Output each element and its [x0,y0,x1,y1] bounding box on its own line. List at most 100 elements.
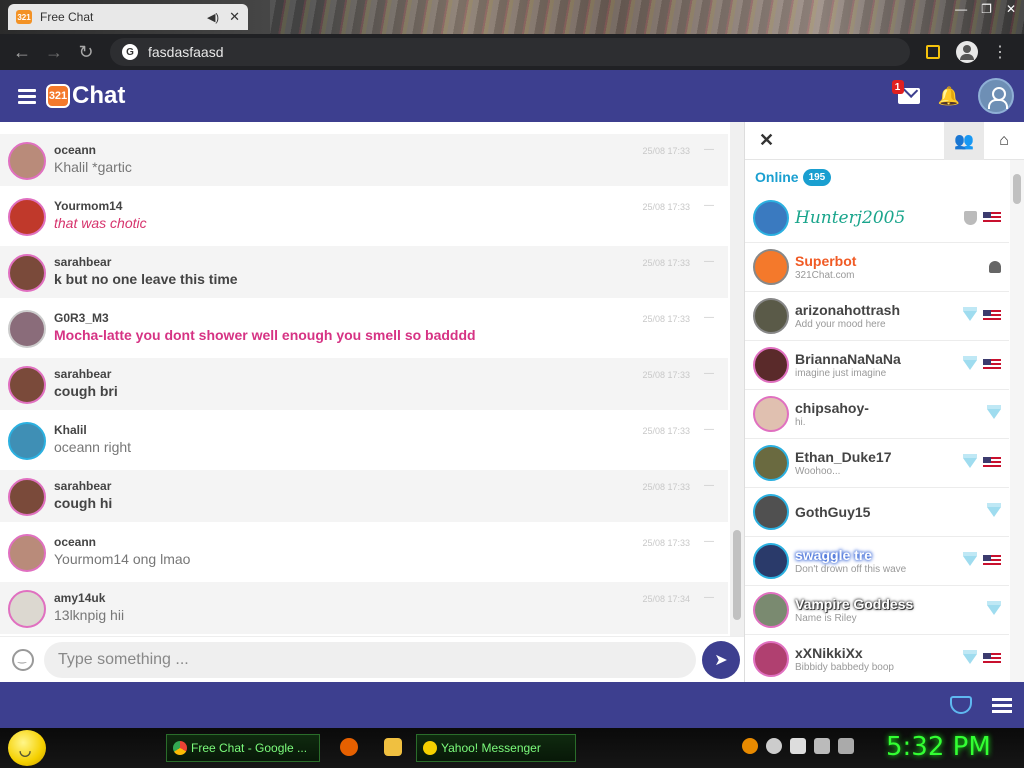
user-list-item[interactable]: Hunterj2005 [745,194,1009,243]
bell-icon[interactable]: 🔔 [938,86,960,107]
message-avatar[interactable] [8,422,46,460]
user-avatar[interactable] [753,200,789,236]
message-text: Mocha-latte you dont shower well enough … [54,327,476,343]
user-avatar-icon[interactable] [978,78,1014,114]
user-name[interactable]: Vampire Goddess [795,596,987,612]
message-options-icon[interactable]: — [704,312,714,323]
message-options-icon[interactable]: — [704,592,714,603]
maximize-icon[interactable]: ❐ [981,2,992,16]
user-mood: Bibbidy babbedy boop [795,662,894,673]
message-options-icon[interactable]: — [704,144,714,155]
message-options-icon[interactable]: — [704,368,714,379]
user-name[interactable]: chipsahoy- [795,400,987,416]
footer-menu-icon[interactable] [992,698,1012,716]
user-avatar[interactable] [753,249,789,285]
user-list-item[interactable]: chipsahoy-hi. [745,390,1009,439]
message-timestamp: 25/08 17:33 [642,258,690,268]
user-list-item[interactable]: Vampire Goddess Name is Riley [745,586,1009,635]
smiley-icon[interactable] [12,648,34,671]
user-avatar[interactable] [753,396,789,432]
reload-icon[interactable]: ↻ [70,42,102,63]
user-list-item[interactable]: Ethan_Duke17 Woohoo... [745,439,1009,488]
taskbar-item-chrome[interactable]: Free Chat - Google ... [166,734,320,762]
user-name[interactable]: arizonahottrash [795,302,963,318]
user-list-item[interactable]: xXNikkiXx Bibbidy babbedy boop [745,635,1009,682]
diamond-icon[interactable] [950,696,972,714]
message-input[interactable] [44,641,696,678]
close-window-icon[interactable]: ✕ [1006,2,1016,16]
extension-icon[interactable] [926,45,940,59]
message-options-icon[interactable]: — [704,200,714,211]
message-avatar[interactable] [8,534,46,572]
message-username[interactable]: sarahbear [54,367,642,381]
user-name[interactable]: BriannaNaNaNa [795,351,963,367]
chat-scrollbar[interactable] [730,122,744,636]
close-panel-icon[interactable]: ✕ [759,130,774,151]
user-name[interactable]: Superbot [795,253,989,269]
user-list-item[interactable]: Superbot 321Chat.com [745,243,1009,292]
user-list-item[interactable]: swaggle tre Don't drown off this wave [745,537,1009,586]
address-bar[interactable]: G fasdasfaasd [110,38,910,66]
message-username[interactable]: Yourmom14 [54,199,642,213]
panel-toolbar: ✕ 👥 ⌂ [745,122,1024,160]
minimize-icon[interactable]: — [955,2,967,16]
user-avatar[interactable] [753,543,789,579]
user-list-item[interactable]: arizonahottrash Add your mood here [745,292,1009,341]
folder-icon[interactable] [384,738,402,756]
message-avatar[interactable] [8,590,46,628]
user-name[interactable]: swaggle tre [795,547,963,563]
message-avatar[interactable] [8,142,46,180]
user-avatar[interactable] [753,347,789,383]
browser-menu-icon[interactable]: ⋮ [992,42,1008,62]
message-options-icon[interactable]: — [704,256,714,267]
mail-icon[interactable]: 1 [891,80,920,104]
user-avatar[interactable] [753,592,789,628]
speaker-icon[interactable]: ◀) [207,11,219,24]
forward-arrow-icon[interactable]: → [38,42,70,63]
user-avatar[interactable] [753,298,789,334]
back-arrow-icon[interactable]: ← [6,42,38,63]
home-icon[interactable]: ⌂ [984,122,1024,160]
message-username[interactable]: G0R3_M3 [54,311,642,325]
network-icon[interactable] [814,738,830,754]
user-name[interactable]: Hunterj2005 [795,208,964,228]
message-username[interactable]: oceann [54,535,642,549]
close-tab-icon[interactable]: ✕ [229,9,240,25]
start-button[interactable] [8,730,46,766]
user-list-item[interactable]: GothGuy15 [745,488,1009,537]
message-username[interactable]: Khalil [54,423,642,437]
flag-icon[interactable] [790,738,806,754]
send-button[interactable]: ➤ [702,640,740,679]
message-avatar[interactable] [8,310,46,348]
message-options-icon[interactable]: — [704,424,714,435]
app-logo[interactable]: 321 Chat [46,82,125,110]
message-avatar[interactable] [8,254,46,292]
search-icon[interactable] [742,738,758,754]
user-list-scrollbar[interactable] [1010,160,1024,682]
message-avatar[interactable] [8,366,46,404]
message-username[interactable]: amy14uk [54,591,642,605]
message-options-icon[interactable]: — [704,536,714,547]
volume-icon[interactable] [838,738,854,754]
message-username[interactable]: sarahbear [54,479,642,493]
users-group-icon[interactable]: 👥 [944,122,984,160]
browser-tab[interactable]: 321 Free Chat ◀) ✕ [8,4,248,30]
message-avatar[interactable] [8,198,46,236]
message-username[interactable]: oceann [54,143,642,157]
message-avatar[interactable] [8,478,46,516]
firefox-icon[interactable] [340,738,358,756]
user-avatar[interactable] [753,445,789,481]
profile-icon[interactable] [956,41,978,63]
os-taskbar: Free Chat - Google ... Yahoo! Messenger … [0,728,1024,768]
user-avatar[interactable] [753,494,789,530]
user-name[interactable]: GothGuy15 [795,504,987,520]
user-avatar[interactable] [753,641,789,677]
user-name[interactable]: Ethan_Duke17 [795,449,963,465]
user-name[interactable]: xXNikkiXx [795,645,963,661]
user-list-item[interactable]: BriannaNaNaNa imagine just imagine [745,341,1009,390]
hamburger-menu-icon[interactable] [18,86,36,107]
taskbar-item-yahoo[interactable]: Yahoo! Messenger [416,734,576,762]
message-username[interactable]: sarahbear [54,255,642,269]
status-icon[interactable] [766,738,782,754]
message-options-icon[interactable]: — [704,480,714,491]
